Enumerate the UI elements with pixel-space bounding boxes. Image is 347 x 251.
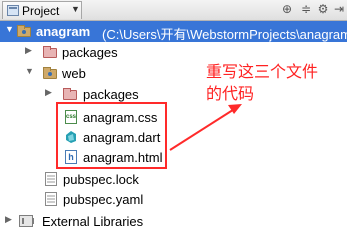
- annotation-text: 重写这三个文件 的代码: [206, 62, 346, 106]
- annotation-arrow-icon: [169, 104, 242, 151]
- annotation-line-2: 的代码: [206, 86, 255, 103]
- annotation-line-1: 重写这三个文件: [206, 64, 319, 81]
